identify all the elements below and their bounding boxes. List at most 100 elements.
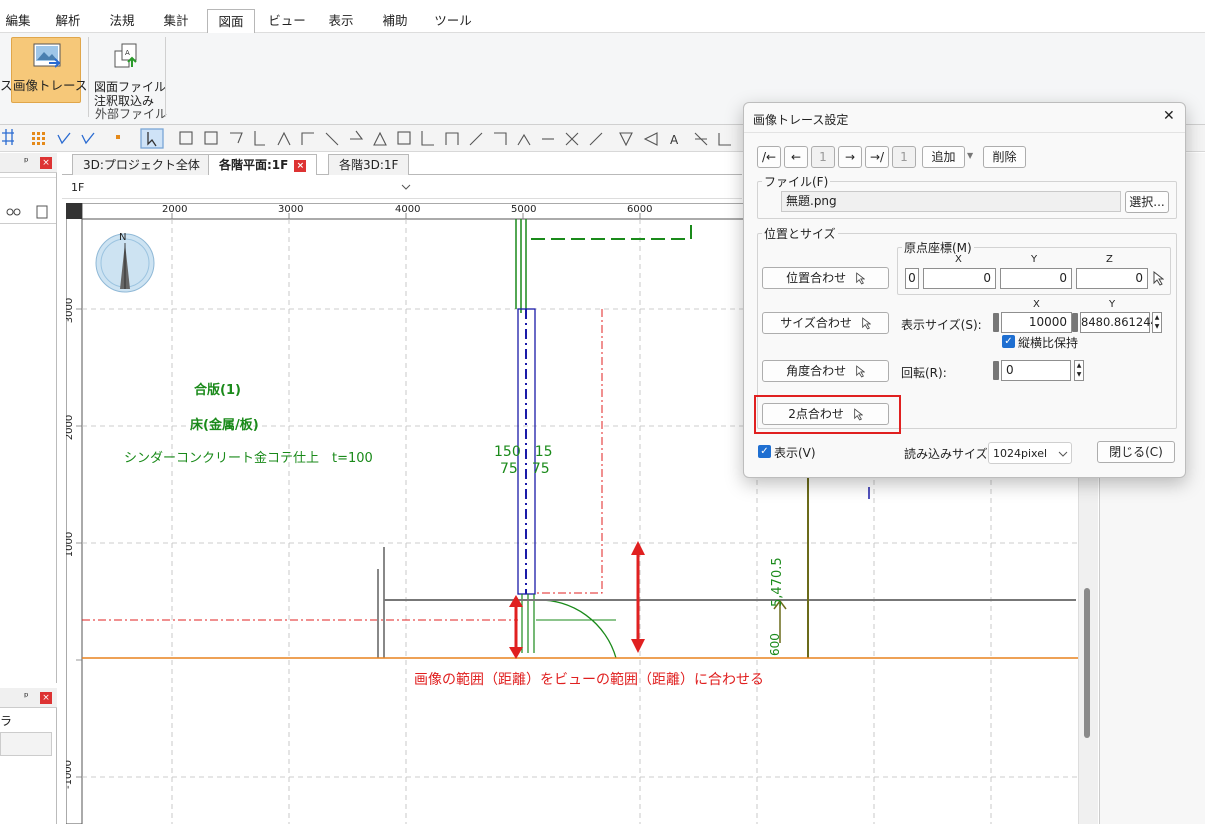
drawing-annotation[interactable]: シンダーコンクリート金コテ仕上 t=100 (124, 447, 373, 466)
origin-z-input[interactable]: 0 (1076, 268, 1148, 289)
size-spin-button[interactable]: ▲ ▼ (1152, 312, 1162, 333)
ruler-left-label: -1000 (66, 759, 75, 790)
size-match-button[interactable]: サイズ合わせ (762, 312, 889, 334)
toolbar-icons-2[interactable]: A (615, 125, 745, 152)
ruler-left-label: 3000 (66, 297, 76, 324)
angle-match-button[interactable]: 角度合わせ (762, 360, 889, 382)
menu-aggregate[interactable]: 集計 (158, 9, 194, 33)
axis-x-label: X (955, 254, 962, 265)
rotation-input[interactable]: 0 (1001, 360, 1071, 381)
panel-tool-icons[interactable] (4, 203, 54, 221)
range-caption: 画像の範囲（距離）をビューの範囲（距離）に合わせる (414, 672, 764, 688)
image-trace-dialog: 画像トレース設定 ✕ /← ← 1 → →/ 1 追加 ▼ 削除 ファイル(F)… (743, 102, 1186, 478)
size-y-slider[interactable] (1072, 313, 1078, 332)
tab-floor-3d-label: 各階3D:1F (339, 158, 399, 172)
drawing-file-icon: A (114, 43, 137, 68)
nav-total-field: 1 (892, 146, 916, 168)
dimension-text-vertical: 5,470.5 (770, 557, 785, 607)
tab-floor-3d[interactable]: 各階3D:1F (328, 154, 410, 175)
left-panel-body (0, 223, 56, 683)
rotation-label: 回転(R): (901, 366, 947, 380)
show-checkbox[interactable]: ✓ (758, 445, 771, 458)
view-tabs: 3D:プロジェクト全体 各階平面:1F × 各階3D:1F (62, 153, 742, 175)
left-panel-header: ᵖ × (0, 153, 57, 173)
add-dropdown-icon[interactable]: ▼ (967, 151, 973, 160)
drawing-annotation[interactable]: 床(金属/板) (190, 414, 259, 433)
chevron-down-icon (1058, 451, 1068, 457)
panel-bottom-label: ラ (0, 714, 13, 728)
angle-match-label: 角度合わせ (786, 364, 847, 378)
origin-x-input[interactable]: 0 (923, 268, 996, 289)
origin-group-label: 原点座標(M) (902, 239, 974, 256)
drawing-file-button[interactable]: A 図面ファイル 注釈取込み (92, 37, 166, 108)
menu-display[interactable]: 表示 (323, 9, 359, 33)
load-size-select[interactable]: 1024pixel (988, 442, 1072, 464)
cursor-icon (856, 365, 865, 378)
menu-analysis[interactable]: 解析 (50, 9, 86, 33)
menu-view[interactable]: ビュー (265, 9, 309, 33)
toolbar-icons[interactable] (0, 125, 620, 152)
select-file-button[interactable]: 選択... (1125, 191, 1169, 213)
add-button[interactable]: 追加 (922, 146, 965, 168)
pin-icon[interactable]: ᵖ (24, 155, 29, 168)
ruler-top-label: 5000 (511, 204, 537, 215)
display-size-label: 表示サイズ(S): (901, 318, 982, 332)
nav-last-button[interactable]: →/ (865, 146, 889, 168)
floor-select-value: 1F (71, 181, 85, 194)
menu-drawing[interactable]: 図面 (207, 9, 255, 33)
tab-floor-plan-label: 各階平面:1F (219, 158, 289, 172)
panel-close-icon-2[interactable]: × (40, 692, 52, 704)
image-trace-button[interactable]: 画像トレース (11, 37, 87, 103)
left-panel: ᵖ × (0, 153, 57, 683)
ruler-left-label: 2000 (66, 414, 76, 441)
menu-bar: 編集 解析 法規 集計 図面 ビュー 表示 補助 ツール (0, 9, 1205, 33)
ruler-top-label: 6000 (627, 204, 653, 215)
tab-close-icon[interactable]: × (294, 159, 307, 172)
tab-3d-project[interactable]: 3D:プロジェクト全体 (72, 154, 211, 175)
position-match-button[interactable]: 位置合わせ (762, 267, 889, 289)
tab-floor-plan[interactable]: 各階平面:1F × (208, 154, 318, 175)
drawing-annotation[interactable]: 合版(1) (194, 379, 241, 398)
pin-icon-2[interactable]: ᵖ (24, 690, 29, 703)
image-trace-icon (33, 43, 61, 68)
menu-assist[interactable]: 補助 (377, 9, 413, 33)
rotation-slider[interactable] (993, 361, 999, 380)
load-size-label: 読み込みサイズ (904, 447, 988, 461)
delete-button[interactable]: 削除 (983, 146, 1026, 168)
size-y-input[interactable]: 8480.861244 (1080, 312, 1158, 333)
axis-y-label: Y (1031, 254, 1038, 265)
menu-tools[interactable]: ツール (431, 9, 475, 33)
dimension-text-vertical: 600 (768, 633, 782, 656)
scrollbar-thumb[interactable] (1084, 588, 1090, 738)
keep-ratio-checkbox[interactable]: ✓ (1002, 335, 1015, 348)
floor-select[interactable]: 1F (62, 177, 742, 199)
two-point-match-button[interactable]: 2点合わせ (762, 403, 889, 425)
cursor-icon (853, 408, 863, 421)
file-group-label: ファイル(F) (762, 173, 831, 190)
menu-edit[interactable]: 編集 (0, 9, 36, 33)
size-x-slider[interactable] (993, 313, 999, 332)
size-match-label: サイズ合わせ (780, 316, 852, 330)
rotation-spin-button[interactable]: ▲ ▼ (1074, 360, 1084, 381)
nav-prev-button[interactable]: ← (784, 146, 808, 168)
ribbon-group-label: 外部ファイル (95, 107, 168, 121)
size-x-input[interactable]: 10000 (1001, 312, 1072, 333)
nav-next-button[interactable]: → (838, 146, 862, 168)
left-panel-bottom-header: ᵖ × (0, 688, 57, 708)
nav-first-button[interactable]: /← (757, 146, 781, 168)
nav-index-field[interactable]: 1 (811, 146, 835, 168)
close-dialog-button[interactable]: 閉じる(C) (1097, 441, 1175, 463)
position-match-label: 位置合わせ (786, 271, 847, 285)
size-x-axis-label: X (1033, 299, 1040, 310)
close-icon[interactable]: ✕ (1163, 108, 1175, 124)
panel-close-icon[interactable]: × (40, 157, 52, 169)
origin-y-input[interactable]: 0 (1000, 268, 1072, 289)
show-label: 表示(V) (774, 446, 816, 460)
origin-index-field[interactable]: 0 (905, 268, 919, 289)
pick-cursor-icon[interactable] (1152, 271, 1164, 286)
menu-regulation[interactable]: 法規 (104, 9, 140, 33)
left-panel-bottom: ᵖ × ラ (0, 688, 57, 824)
image-trace-label: 画像トレース (13, 78, 88, 93)
cursor-icon (861, 317, 871, 330)
load-size-value: 1024pixel (993, 447, 1048, 460)
